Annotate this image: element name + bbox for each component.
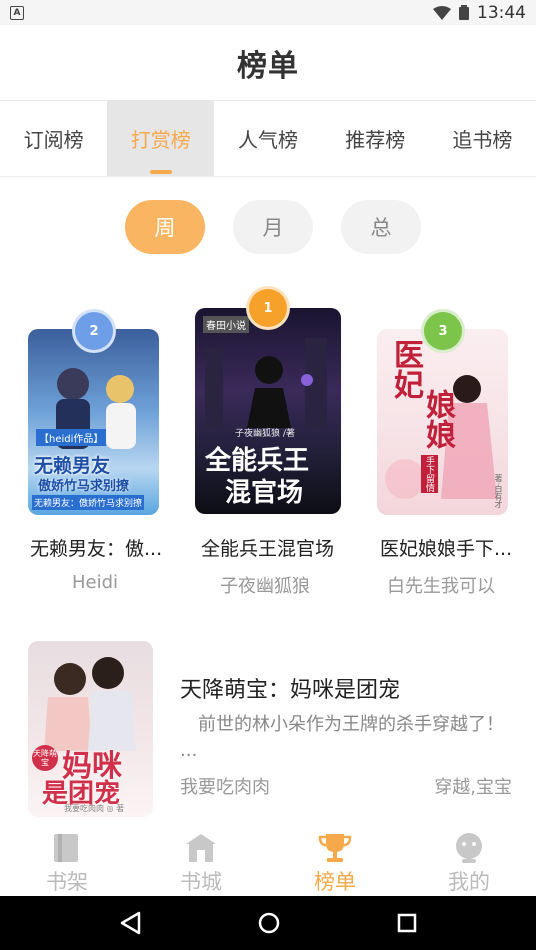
recents-icon[interactable]: [397, 913, 417, 933]
nav-profile[interactable]: 我的: [402, 832, 536, 896]
cover-title-line2: 混官场: [225, 478, 304, 508]
cover-author-line: 我要吃肉肉 ◎ 著: [64, 804, 125, 813]
cover-subtitle: 手下留情: [421, 455, 438, 493]
rank-number: 2: [89, 323, 99, 339]
nav-label: 书城: [180, 870, 222, 894]
podium-title-rank-2[interactable]: 无赖男友：傲...: [30, 534, 162, 561]
period-total-button[interactable]: 总: [341, 200, 421, 254]
app-header: 榜单: [0, 25, 536, 101]
cover-title-line1: 无赖男友: [34, 455, 111, 477]
bookstore-icon: [186, 834, 216, 862]
cover-tag: 【heidi作品】: [36, 429, 107, 446]
home-icon[interactable]: [258, 912, 280, 934]
tab-reward[interactable]: 打赏榜: [107, 101, 215, 176]
back-icon[interactable]: [119, 911, 141, 935]
podium-item-rank-3[interactable]: 医妃 娘娘 手下留情 著·白有才 3: [377, 309, 508, 515]
nav-bookshelf[interactable]: 书架: [0, 832, 134, 896]
featured-book-title[interactable]: 天降萌宝：妈咪是团宠: [180, 672, 400, 704]
nav-label: 书架: [46, 870, 88, 894]
book-cover[interactable]: 春田小说 子夜幽狐狼 /著 全能兵王 混官场: [195, 308, 341, 514]
page-title: 榜单: [237, 48, 299, 84]
bottom-nav: 书架 书城 榜单 我的: [0, 832, 536, 896]
cover-title-line2: 娘娘: [420, 389, 455, 449]
period-month-button[interactable]: 月: [233, 200, 313, 254]
tab-recommend[interactable]: 推荐榜: [322, 101, 429, 176]
status-bar: A 13:44: [0, 0, 536, 25]
period-filter: 周 月 总: [125, 200, 421, 254]
cover-badge: 天降萌宝: [32, 745, 58, 771]
cover-publisher: 春田小说: [203, 316, 249, 333]
tab-follow[interactable]: 追书榜: [429, 101, 536, 176]
nav-ranking[interactable]: 榜单: [268, 832, 402, 896]
profile-icon: [456, 833, 482, 863]
nav-label: 我的: [448, 870, 490, 894]
period-week-button[interactable]: 周: [125, 200, 205, 254]
tab-popularity[interactable]: 人气榜: [214, 101, 321, 176]
podium-item-rank-1[interactable]: 春田小说 子夜幽狐狼 /著 全能兵王 混官场 1: [195, 286, 341, 514]
featured-book-tags: 穿越,宝宝: [434, 777, 512, 798]
bookshelf-icon: [54, 834, 78, 862]
rank-badge: 3: [421, 309, 465, 353]
trophy-icon: [318, 834, 352, 862]
podium-author-rank-2: Heidi: [72, 572, 119, 593]
podium-title-rank-3[interactable]: 医妃娘娘手下...: [380, 534, 512, 561]
nav-bookstore[interactable]: 书城: [134, 832, 268, 896]
cover-title-line2: 傲娇竹马求别撩: [38, 479, 130, 494]
cover-author-line: 子夜幽狐狼 /著: [235, 429, 295, 439]
tab-subscription[interactable]: 订阅榜: [0, 101, 107, 176]
podium-author-rank-1: 子夜幽狐狼: [220, 576, 310, 597]
rank-badge: 1: [246, 286, 290, 330]
cover-subtitle: 无赖男友：傲娇竹马求别撩: [32, 495, 145, 510]
podium-title-rank-1[interactable]: 全能兵王混官场: [201, 534, 334, 561]
cover-signature: 著·白有才: [494, 474, 503, 509]
status-time: 13:44: [477, 2, 526, 23]
podium-item-rank-2[interactable]: 【heidi作品】 无赖男友 傲娇竹马求别撩 无赖男友：傲娇竹马求别撩 2: [28, 309, 159, 515]
battery-icon: [459, 5, 469, 20]
podium-author-rank-3: 白先生我可以: [387, 576, 495, 597]
book-cover[interactable]: 医妃 娘娘 手下留情 著·白有才: [377, 329, 508, 515]
book-cover[interactable]: 【heidi作品】 无赖男友 傲娇竹马求别撩 无赖男友：傲娇竹马求别撩: [28, 329, 159, 515]
status-indicators: 13:44: [433, 3, 526, 23]
featured-book-author: 我要吃肉肉: [180, 777, 270, 798]
rank-number: 3: [438, 323, 448, 339]
nav-label: 榜单: [314, 870, 356, 894]
rank-badge: 2: [72, 309, 116, 353]
featured-book-description: 前世的林小朵作为王牌的杀手穿越了！ ...: [180, 714, 504, 761]
rank-number: 1: [263, 300, 273, 316]
system-nav-bar: [0, 896, 536, 950]
wifi-icon: [433, 5, 451, 20]
featured-book-cover[interactable]: 天降萌宝 妈咪 是团宠 我要吃肉肉 ◎ 著: [28, 641, 153, 817]
ranking-tabs: 订阅榜 打赏榜 人气榜 推荐榜 追书榜: [0, 101, 536, 177]
notification-icon: A: [10, 5, 24, 20]
